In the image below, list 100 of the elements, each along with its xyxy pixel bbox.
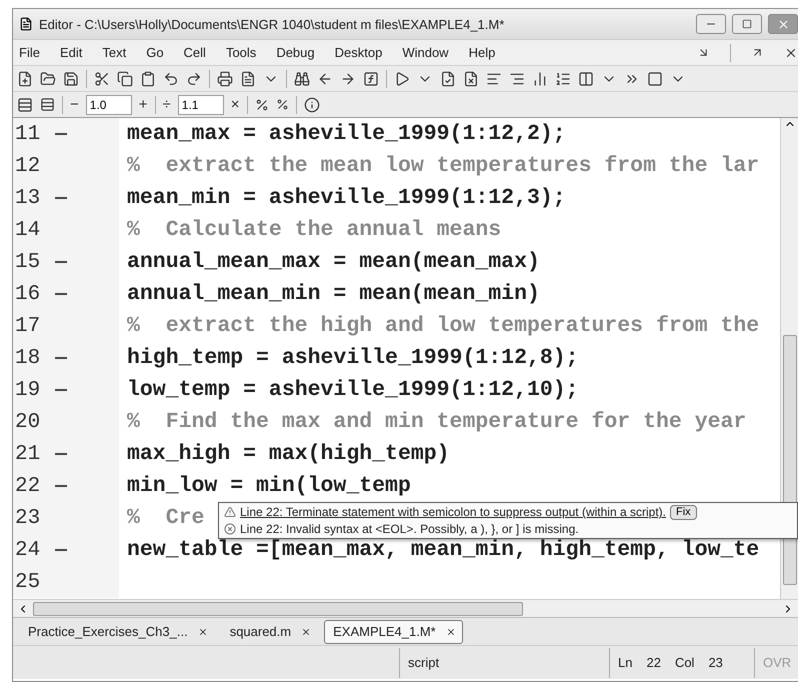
- line-number: 20: [14, 410, 42, 434]
- insert-cell-icon[interactable]: [17, 96, 33, 112]
- list-icon[interactable]: [555, 70, 571, 86]
- cut-icon[interactable]: [94, 70, 110, 86]
- undo-icon[interactable]: [163, 70, 179, 86]
- overwrite-indicator: OVR: [763, 655, 792, 670]
- menu-item[interactable]: Edit: [60, 45, 82, 60]
- close-icon: [198, 626, 208, 636]
- menu-item[interactable]: Desktop: [334, 45, 382, 60]
- line-number: 21: [14, 442, 42, 466]
- line-number: 22: [14, 474, 42, 498]
- menu-item[interactable]: Tools: [226, 45, 256, 60]
- multiply-button[interactable]: ×: [230, 96, 240, 113]
- column-value: 23: [708, 655, 723, 670]
- line-number: 25: [14, 570, 42, 594]
- breakpoint-dash: [55, 133, 67, 135]
- line-value: 22: [646, 655, 661, 670]
- line-number: 23: [14, 506, 42, 530]
- window-icon[interactable]: [647, 70, 663, 86]
- code-line: annual_mean_min = mean(mean_min): [126, 282, 540, 306]
- code-line: max_high = max(high_temp): [126, 442, 450, 466]
- line-label: Ln: [618, 655, 632, 670]
- window-title: Editor - C:\Users\Holly\Documents\ENGR 1040\student m files\EXAMPLE4_1.M*: [39, 16, 506, 32]
- line-number: 24: [14, 538, 42, 562]
- code-comment: % extract the mean low temperatures from the lar: [126, 154, 760, 178]
- error-message: Line 22: Invalid syntax at <EOL>. Possibly, a ), }, or ] is missing.: [240, 522, 579, 536]
- document-x-icon[interactable]: [463, 70, 479, 86]
- minimize-button[interactable]: [696, 14, 726, 34]
- document-check-icon[interactable]: [440, 70, 456, 86]
- code-line: new_table =[mean_max, mean_min, high_temp, low_te: [126, 538, 760, 562]
- factor-field[interactable]: 1.1: [178, 94, 224, 114]
- warning-link[interactable]: Line 22: Terminate statement with semicolon to suppress output (within a script).: [240, 505, 666, 519]
- menu-item[interactable]: Text: [102, 45, 126, 60]
- copy-icon[interactable]: [117, 70, 133, 86]
- code-line: min_low = min(low_temp: [126, 474, 411, 498]
- line-number: 11: [14, 122, 42, 146]
- horizontal-scrollbar[interactable]: [13, 599, 798, 617]
- document-icon[interactable]: [240, 70, 256, 86]
- save-icon[interactable]: [63, 70, 79, 86]
- maximize-icon: [742, 19, 752, 29]
- chart-icon[interactable]: [532, 70, 548, 86]
- folder-icon[interactable]: [40, 70, 56, 86]
- code-comment: % extract the high and low temperatures from the: [126, 314, 760, 338]
- breakpoint-dash: [55, 261, 67, 263]
- paste-icon[interactable]: [140, 70, 156, 86]
- breakpoint-dash: [55, 485, 67, 487]
- code-comment: % Find the max and min temperature for the year: [126, 410, 746, 434]
- code-line: mean_min = asheville_1999(1:12,3);: [126, 186, 566, 210]
- file-tab[interactable]: squared.m: [220, 620, 318, 644]
- maximize-button[interactable]: [732, 14, 762, 34]
- divide-button[interactable]: ÷: [162, 96, 171, 113]
- editor-icon: [19, 17, 33, 31]
- code-line: annual_mean_max = mean(mean_max): [126, 250, 540, 274]
- breakpoint-dash: [55, 293, 67, 295]
- run-icon[interactable]: [394, 70, 410, 86]
- step-field[interactable]: 1.0: [86, 94, 132, 114]
- menu-item[interactable]: Help: [468, 45, 496, 60]
- breakpoint-dash: [55, 197, 67, 199]
- column-label: Col: [674, 655, 694, 670]
- fix-button[interactable]: Fix: [670, 504, 697, 520]
- close-icon: [446, 626, 456, 636]
- menu-item[interactable]: Window: [402, 45, 449, 60]
- info-icon[interactable]: [304, 96, 320, 112]
- code-comment: % Cre: [126, 506, 204, 530]
- close-button[interactable]: [768, 14, 798, 34]
- code-line: high_temp = asheville_1999(1:12,8);: [126, 346, 579, 370]
- breakpoint-dash: [55, 549, 67, 551]
- function-icon[interactable]: [363, 70, 379, 86]
- code-line: low_temp = asheville_1999(1:12,10);: [126, 378, 579, 402]
- new-file-icon[interactable]: [17, 70, 33, 86]
- uncomment-icon[interactable]: [276, 98, 289, 111]
- line-number: 13: [14, 186, 42, 210]
- vertical-scrollbar[interactable]: [780, 118, 798, 599]
- redo-icon[interactable]: [186, 70, 202, 86]
- columns-icon[interactable]: [578, 70, 594, 86]
- printer-icon[interactable]: [217, 70, 233, 86]
- line-number: 17: [14, 314, 42, 338]
- breakpoint-dash: [55, 357, 67, 359]
- close-icon: [776, 18, 790, 30]
- code-comment: % Calculate the annual means: [126, 218, 502, 242]
- line-number: 15: [14, 250, 42, 274]
- line-number: 12: [14, 154, 42, 178]
- comment-icon[interactable]: [254, 98, 269, 112]
- menu-item[interactable]: File: [19, 45, 40, 60]
- increment-button[interactable]: +: [138, 96, 148, 113]
- decrement-button[interactable]: −: [70, 96, 79, 113]
- warning-icon: [224, 506, 236, 518]
- file-tab[interactable]: EXAMPLE4_1.M*: [324, 620, 463, 644]
- menu-item[interactable]: Cell: [184, 45, 206, 60]
- menu-item[interactable]: Debug: [276, 45, 315, 60]
- breakpoint-dash: [55, 453, 67, 455]
- cell-break-icon[interactable]: [40, 97, 55, 112]
- error-icon: [224, 523, 236, 535]
- line-number: 18: [14, 346, 42, 370]
- binoculars-icon[interactable]: [294, 70, 310, 86]
- mode-label: script: [399, 648, 609, 678]
- file-tab[interactable]: Practice_Exercises_Ch3_...: [19, 620, 215, 644]
- breakpoint-dash: [55, 389, 67, 391]
- menu-item[interactable]: Go: [146, 45, 164, 60]
- code-line: mean_max = asheville_1999(1:12,2);: [126, 122, 566, 146]
